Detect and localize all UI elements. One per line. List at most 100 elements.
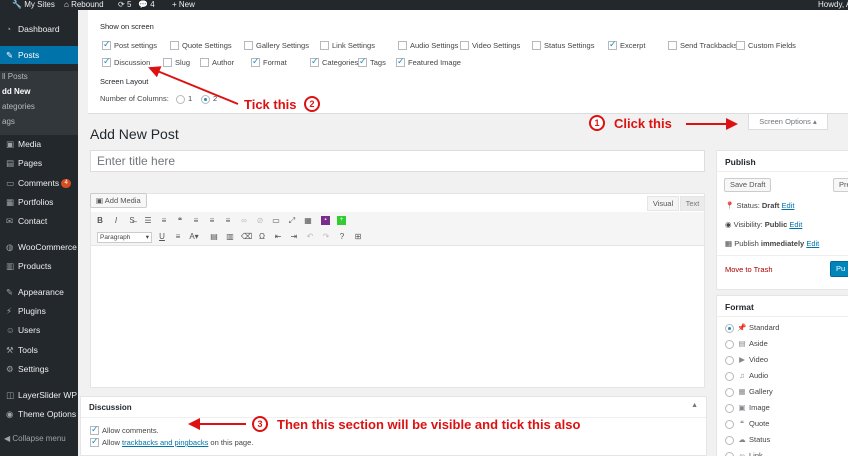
schedule-edit-link[interactable]: Edit [806, 239, 819, 248]
site-link[interactable]: ⌂ Rebound [64, 0, 104, 10]
add-media-button[interactable]: ▣ Add Media [90, 193, 147, 208]
checkbox-author[interactable] [200, 58, 209, 67]
paste-word-icon[interactable]: ▥ [225, 232, 235, 241]
read-more-icon[interactable]: ▭ [271, 216, 281, 225]
underline-icon[interactable]: U [157, 232, 167, 241]
blockquote-icon[interactable]: ❝ [175, 216, 185, 225]
comments-link[interactable]: 💬 4 [138, 0, 155, 10]
outdent-icon[interactable]: ⇤ [273, 232, 283, 241]
submenu-tags[interactable]: ags [0, 115, 15, 129]
checkbox-link-settings[interactable] [320, 41, 329, 50]
align-left-icon[interactable]: ≡ [191, 216, 201, 225]
menu-appearance[interactable]: ✎ Appearance [0, 283, 78, 301]
visibility-edit-link[interactable]: Edit [789, 220, 802, 229]
checkbox-custom-fields[interactable] [736, 41, 745, 50]
format-radio-aside[interactable] [725, 340, 734, 349]
columns-radio-1[interactable] [176, 95, 185, 104]
unlink-icon[interactable]: ⊘ [255, 216, 265, 225]
format-radio-image[interactable] [725, 404, 734, 413]
shortcode-icon[interactable]: ▪ [321, 216, 330, 225]
menu-contact[interactable]: ✉ Contact [0, 212, 78, 230]
bold-icon[interactable]: B [95, 216, 105, 225]
submenu-add-new[interactable]: dd New [0, 85, 30, 99]
collapse-arrow-icon[interactable]: ▲ [691, 402, 698, 409]
checkbox-gallery-settings[interactable] [244, 41, 253, 50]
format-radio-status[interactable] [725, 436, 734, 445]
format-radio-link[interactable] [725, 452, 734, 456]
insert-icon[interactable]: ⊞ [353, 232, 363, 241]
move-to-trash-link[interactable]: Move to Trash [725, 265, 773, 274]
howdy-link[interactable]: Howdy, A [818, 0, 848, 10]
text-color-icon[interactable]: A▾ [189, 232, 199, 241]
special-character-icon[interactable]: Ω [257, 232, 267, 241]
bullet-list-icon[interactable]: ☰ [143, 216, 153, 225]
checkbox-format[interactable] [251, 56, 260, 67]
trackbacks-link[interactable]: trackbacks and pingbacks [122, 438, 208, 447]
checkbox-quote-settings[interactable] [170, 41, 179, 50]
checkbox-slug[interactable] [163, 58, 172, 67]
checkbox-video-settings[interactable] [460, 41, 469, 50]
screen-options-tab[interactable]: Screen Options ▴ [748, 114, 828, 130]
align-right-icon[interactable]: ≡ [223, 216, 233, 225]
justify-icon[interactable]: ≡ [173, 232, 183, 241]
submenu-categories[interactable]: ategories [0, 100, 35, 114]
menu-products[interactable]: ▥ Products [0, 257, 78, 275]
preview-button[interactable]: Pre [833, 178, 848, 192]
paragraph-format-select[interactable]: Paragraph ▾ [97, 232, 152, 243]
clear-formatting-icon[interactable]: ⌫ [241, 232, 252, 241]
checkbox-post-settings[interactable] [102, 39, 111, 50]
fullscreen-icon[interactable]: ⤢ [287, 216, 297, 226]
format-radio-standard[interactable] [725, 324, 734, 333]
menu-pages[interactable]: ▤ Pages [0, 154, 78, 172]
allow-pingbacks-checkbox[interactable] [90, 436, 99, 447]
format-radio-gallery[interactable] [725, 388, 734, 397]
allow-comments-checkbox[interactable] [90, 424, 99, 435]
checkbox-status-settings[interactable] [532, 41, 541, 50]
format-radio-audio[interactable] [725, 372, 734, 381]
toolbar-toggle-icon[interactable]: ▦ [303, 216, 313, 225]
italic-icon[interactable]: I [111, 216, 121, 225]
new-link[interactable]: + New [172, 0, 195, 10]
checkbox-audio-settings[interactable] [398, 41, 407, 50]
post-title-input[interactable]: Enter title here [90, 150, 705, 172]
plugin-button-icon[interactable]: + [337, 216, 346, 225]
checkbox-tags[interactable] [358, 56, 367, 67]
numbered-list-icon[interactable]: ≡ [159, 216, 169, 225]
checkbox-send-trackbacks[interactable] [668, 41, 677, 50]
menu-posts[interactable]: ✎ Posts [0, 46, 78, 64]
tab-visual[interactable]: Visual [647, 196, 679, 211]
redo-icon[interactable]: ↷ [321, 232, 331, 241]
menu-woocommerce[interactable]: ◍ WooCommerce [0, 238, 78, 256]
menu-plugins[interactable]: ⚡ Plugins [0, 302, 78, 320]
menu-layerslider[interactable]: ◫ LayerSlider WP [0, 386, 78, 404]
menu-dashboard[interactable]: ◔ Dashboard [0, 20, 78, 38]
checkbox-excerpt[interactable] [608, 39, 617, 50]
status-edit-link[interactable]: Edit [781, 201, 794, 210]
menu-settings[interactable]: ⚙ Settings [0, 360, 78, 378]
menu-users[interactable]: ☺ Users [0, 321, 78, 339]
menu-comments[interactable]: ▭ Comments 4 [0, 174, 78, 192]
paste-text-icon[interactable]: ▤ [209, 232, 219, 241]
format-radio-quote[interactable] [725, 420, 734, 429]
submenu-all-posts[interactable]: ll Posts [0, 70, 28, 84]
strikethrough-icon[interactable]: S̶ [127, 216, 137, 225]
save-draft-button[interactable]: Save Draft [724, 178, 772, 192]
menu-media[interactable]: ▣ Media [0, 135, 78, 153]
menu-portfolios[interactable]: ▦ Portfolios [0, 193, 78, 211]
align-center-icon[interactable]: ≡ [207, 216, 217, 225]
link-icon[interactable]: ∞ [239, 216, 249, 225]
menu-theme-options[interactable]: ◉ Theme Options [0, 405, 78, 423]
checkbox-categories[interactable] [310, 56, 319, 67]
checkbox-featured-image[interactable] [396, 56, 405, 67]
menu-tools[interactable]: ⚒ Tools [0, 341, 78, 359]
indent-icon[interactable]: ⇥ [289, 232, 299, 241]
my-sites-link[interactable]: 🔧 My Sites [12, 0, 55, 10]
collapse-menu[interactable]: ◀ Collapse menu [4, 434, 66, 443]
checkbox-discussion[interactable] [102, 56, 111, 67]
columns-radio-2[interactable] [201, 95, 210, 104]
tab-text[interactable]: Text [680, 196, 705, 211]
updates-link[interactable]: ⟳ 5 [118, 0, 131, 10]
help-icon[interactable]: ? [337, 232, 347, 241]
publish-button[interactable]: Pu [830, 261, 848, 277]
format-radio-video[interactable] [725, 356, 734, 365]
